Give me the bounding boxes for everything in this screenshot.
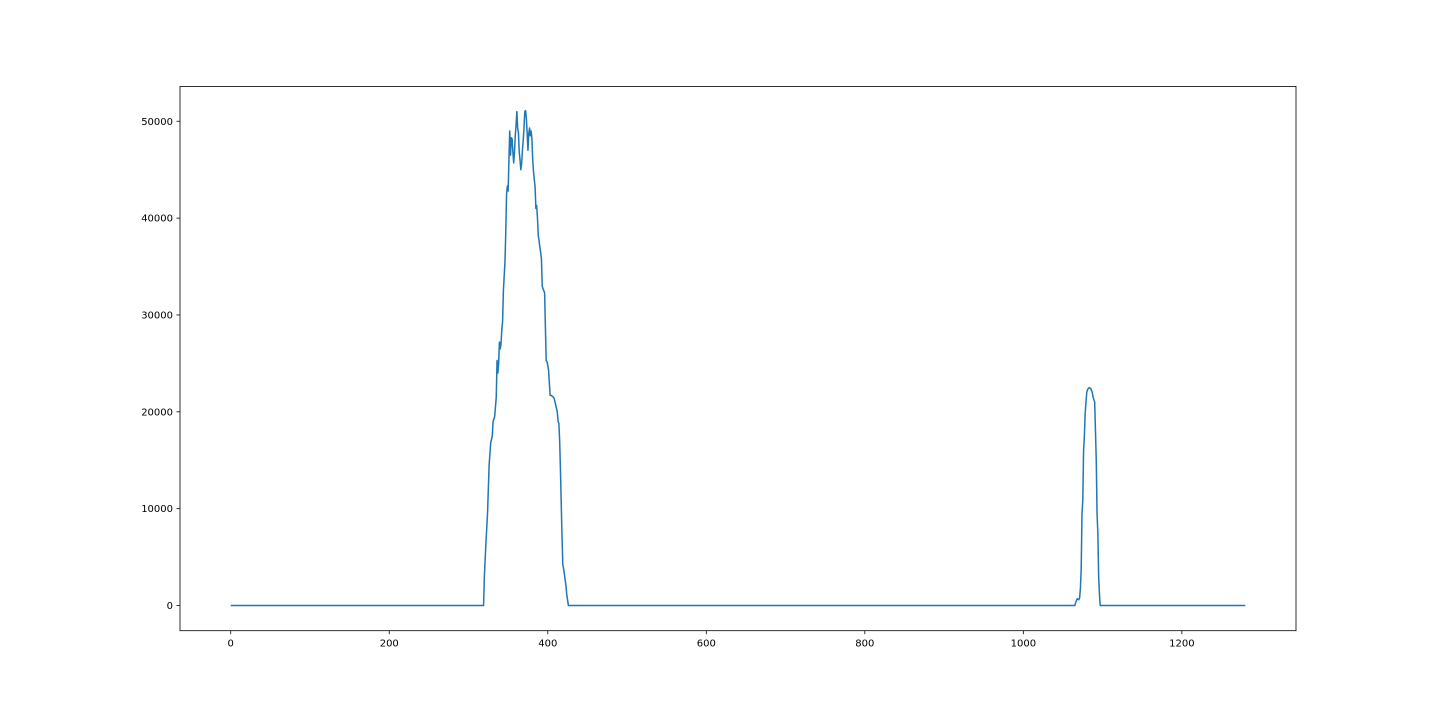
y-tick-label: 0 [167,601,173,612]
x-tick-label: 0 [228,639,234,650]
y-tick-label: 30000 [141,310,173,321]
x-axis-ticks: 0 200 400 600 800 1000 1200 [228,630,1195,650]
x-tick-label: 1200 [1169,639,1194,650]
x-tick-label: 400 [538,639,557,650]
y-tick-label: 10000 [141,504,173,515]
line-chart: 0 200 400 600 800 1000 1200 0 10000 20000 30000 40… [141,86,1297,650]
y-tick-label: 20000 [141,407,173,418]
x-tick-label: 1000 [1011,639,1036,650]
x-tick-label: 200 [380,639,399,650]
x-tick-label: 800 [855,639,874,650]
y-tick-label: 40000 [141,214,173,225]
x-tick-label: 600 [697,639,716,650]
y-tick-label: 50000 [141,117,173,128]
y-axis-ticks: 0 10000 20000 30000 40000 50000 [141,117,180,612]
plot-area [180,86,1296,631]
